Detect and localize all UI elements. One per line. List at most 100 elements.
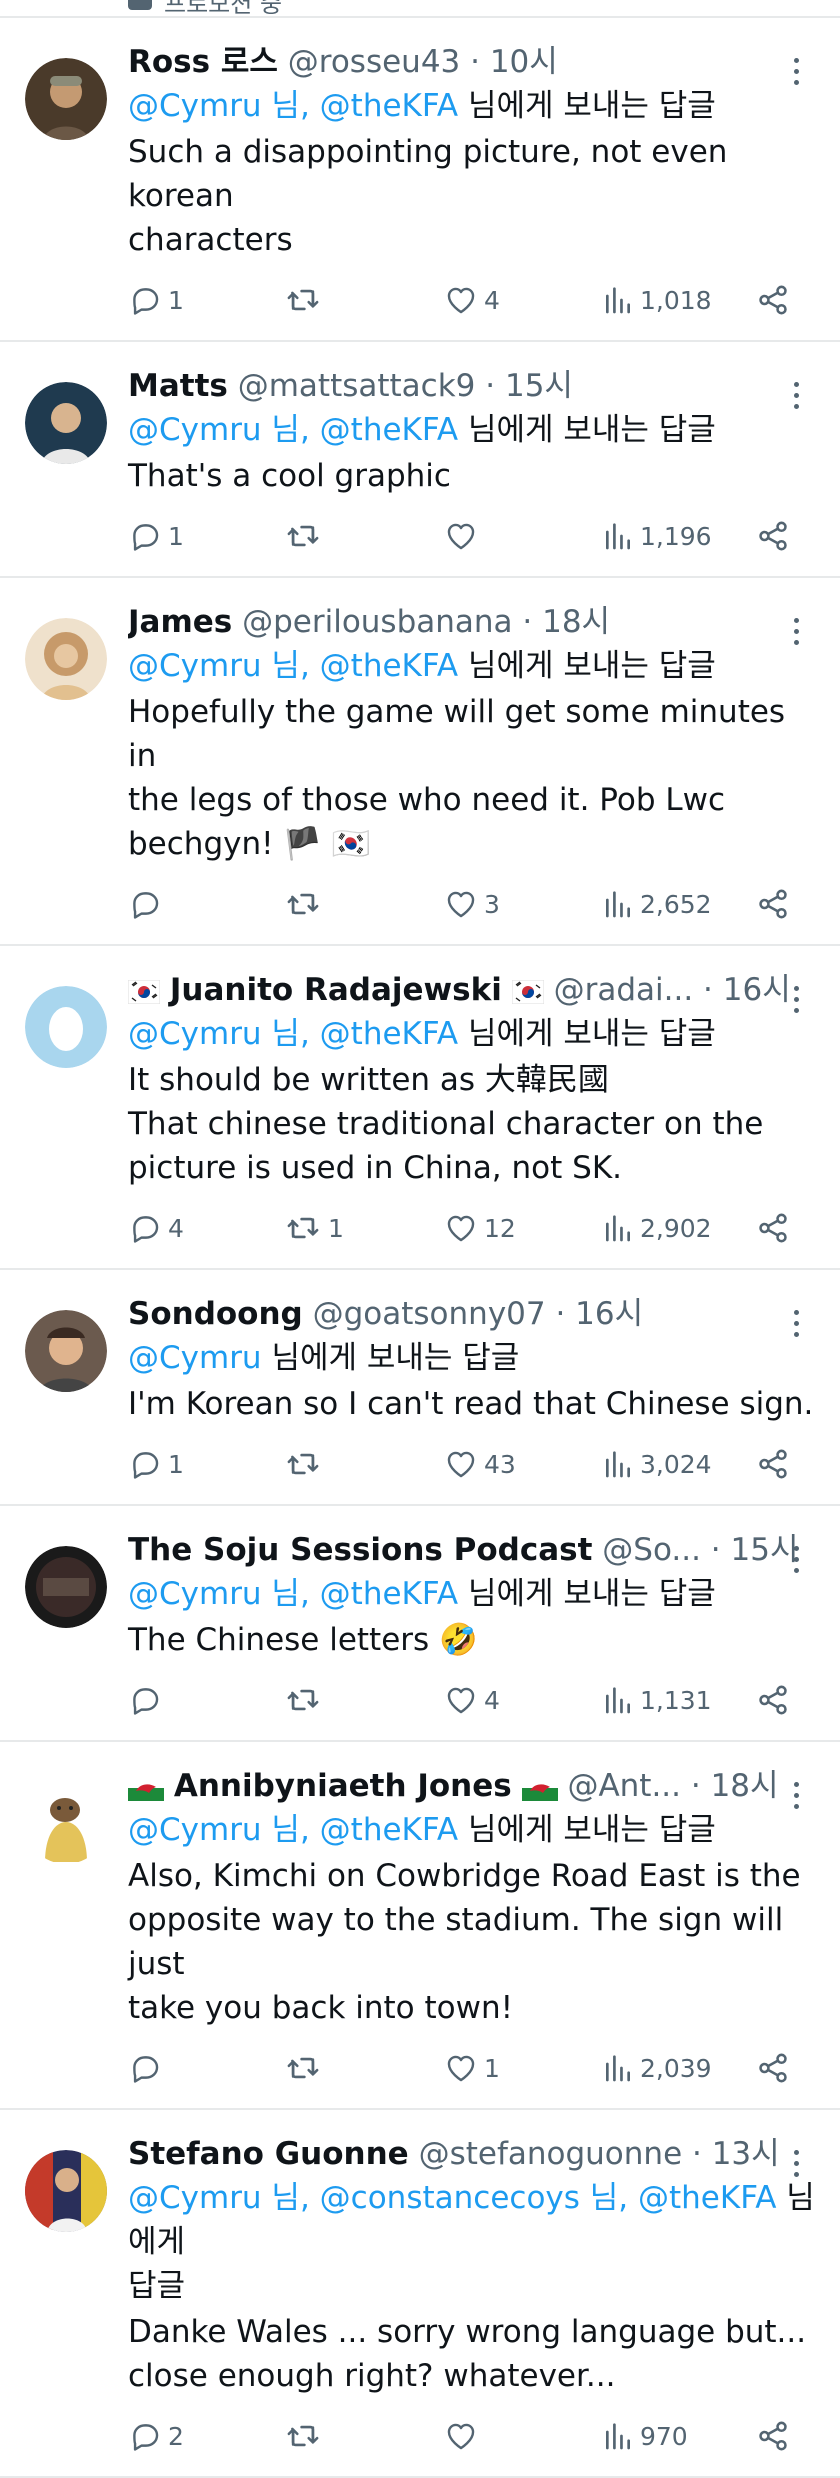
views-button[interactable]: 1,018 xyxy=(602,280,712,320)
share-button[interactable] xyxy=(756,516,790,556)
timestamp[interactable]: 18시 xyxy=(711,1768,779,1804)
user-handle[interactable]: @goatsonny07 xyxy=(313,1296,546,1332)
mention-link[interactable]: @constancecoys 님, xyxy=(320,2180,628,2216)
tweet-reply[interactable]: The Soju Sessions Podcast @So... · 15시 @C… xyxy=(0,1506,840,1742)
share-button[interactable] xyxy=(756,2048,790,2088)
timestamp[interactable]: 15시 xyxy=(505,368,573,404)
mention-link[interactable]: @Cymru 님, xyxy=(128,2180,310,2216)
retweet-button[interactable] xyxy=(284,884,328,924)
mention-link[interactable]: @Cymru xyxy=(128,1340,262,1376)
like-button[interactable]: 4 xyxy=(444,280,500,320)
display-name[interactable]: Annibyniaeth Jones xyxy=(174,1768,512,1804)
timestamp[interactable]: 16시 xyxy=(723,972,791,1008)
retweet-button[interactable] xyxy=(284,2048,328,2088)
like-button[interactable]: 12 xyxy=(444,1208,516,1248)
more-options-icon[interactable] xyxy=(794,382,800,410)
timestamp[interactable]: 18시 xyxy=(542,604,610,640)
share-button[interactable] xyxy=(756,2416,790,2456)
like-button[interactable] xyxy=(444,2416,484,2456)
tweet-reply[interactable]: Sondoong @goatsonny07 · 16시 @Cymru 님에게 보내… xyxy=(0,1270,840,1506)
tweet-reply[interactable]: Matts @mattsattack9 · 15시 @Cymru 님, @theK… xyxy=(0,342,840,578)
reply-button[interactable]: 4 xyxy=(128,1208,184,1248)
share-button[interactable] xyxy=(756,884,790,924)
mention-link[interactable]: @theKFA xyxy=(320,1812,458,1848)
user-handle[interactable]: @radai... xyxy=(554,972,694,1008)
timestamp[interactable]: 15시 xyxy=(731,1532,799,1568)
display-name[interactable]: Matts xyxy=(128,368,228,404)
display-name[interactable]: Ross 로스 xyxy=(128,44,278,80)
like-button[interactable]: 43 xyxy=(444,1444,516,1484)
avatar[interactable] xyxy=(25,1546,107,1628)
display-name[interactable]: Sondoong xyxy=(128,1296,303,1332)
like-button[interactable]: 1 xyxy=(444,2048,500,2088)
more-options-icon[interactable] xyxy=(794,1782,800,1810)
retweet-button[interactable] xyxy=(284,280,328,320)
mention-link[interactable]: @theKFA xyxy=(320,88,458,124)
share-button[interactable] xyxy=(756,1208,790,1248)
reply-button[interactable] xyxy=(128,2048,168,2088)
share-button[interactable] xyxy=(756,1680,790,1720)
display-name[interactable]: Juanito Radajewski xyxy=(170,972,502,1008)
share-button[interactable] xyxy=(756,280,790,320)
mention-link[interactable]: @theKFA xyxy=(320,1016,458,1052)
tweet-reply[interactable]: Annibyniaeth Jones @Ant... · 18시 @Cymru 님… xyxy=(0,1742,840,2110)
mention-link[interactable]: @theKFA xyxy=(638,2180,776,2216)
reply-button[interactable] xyxy=(128,884,168,924)
user-handle[interactable]: @perilousbanana xyxy=(242,604,512,640)
share-button[interactable] xyxy=(756,1444,790,1484)
like-button[interactable] xyxy=(444,516,484,556)
retweet-button[interactable] xyxy=(284,2416,328,2456)
avatar[interactable] xyxy=(25,618,107,700)
views-button[interactable]: 970 xyxy=(602,2416,688,2456)
more-options-icon[interactable] xyxy=(794,1310,800,1338)
avatar[interactable] xyxy=(25,58,107,140)
reply-button[interactable]: 1 xyxy=(128,1444,184,1484)
mention-link[interactable]: @Cymru 님, xyxy=(128,1016,310,1052)
mention-link[interactable]: @theKFA xyxy=(320,1576,458,1612)
more-options-icon[interactable] xyxy=(794,986,800,1014)
display-name[interactable]: Stefano Guonne xyxy=(128,2136,409,2172)
like-button[interactable]: 4 xyxy=(444,1680,500,1720)
display-name[interactable]: James xyxy=(128,604,232,640)
views-button[interactable]: 2,039 xyxy=(602,2048,712,2088)
mention-link[interactable]: @Cymru 님, xyxy=(128,1576,310,1612)
timestamp[interactable]: 13시 xyxy=(712,2136,780,2172)
avatar[interactable] xyxy=(25,1782,107,1864)
tweet-reply[interactable]: Stefano Guonne @stefanoguonne · 13시 @Cymr… xyxy=(0,2110,840,2478)
reply-button[interactable] xyxy=(128,1680,168,1720)
display-name[interactable]: The Soju Sessions Podcast xyxy=(128,1532,592,1568)
user-handle[interactable]: @mattsattack9 xyxy=(238,368,476,404)
retweet-button[interactable] xyxy=(284,1444,328,1484)
mention-link[interactable]: @theKFA xyxy=(320,648,458,684)
more-options-icon[interactable] xyxy=(794,618,800,646)
tweet-reply[interactable]: James @perilousbanana · 18시 @Cymru 님, @th… xyxy=(0,578,840,946)
views-button[interactable]: 1,131 xyxy=(602,1680,712,1720)
views-button[interactable]: 1,196 xyxy=(602,516,712,556)
retweet-button[interactable] xyxy=(284,1680,328,1720)
timestamp[interactable]: 16시 xyxy=(575,1296,643,1332)
avatar[interactable] xyxy=(25,382,107,464)
user-handle[interactable]: @Ant... xyxy=(567,1768,681,1804)
mention-link[interactable]: @theKFA xyxy=(320,412,458,448)
more-options-icon[interactable] xyxy=(794,58,800,86)
user-handle[interactable]: @So... xyxy=(602,1532,701,1568)
views-button[interactable]: 2,652 xyxy=(602,884,712,924)
retweet-button[interactable] xyxy=(284,516,328,556)
more-options-icon[interactable] xyxy=(794,2150,800,2178)
views-button[interactable]: 3,024 xyxy=(602,1444,712,1484)
timestamp[interactable]: 10시 xyxy=(490,44,558,80)
retweet-button[interactable]: 1 xyxy=(284,1208,344,1248)
reply-button[interactable]: 1 xyxy=(128,280,184,320)
avatar[interactable] xyxy=(25,2150,107,2232)
more-options-icon[interactable] xyxy=(794,1546,800,1574)
reply-button[interactable]: 1 xyxy=(128,516,184,556)
user-handle[interactable]: @stefanoguonne xyxy=(419,2136,683,2172)
user-handle[interactable]: @rosseu43 xyxy=(288,44,461,80)
mention-link[interactable]: @Cymru 님, xyxy=(128,648,310,684)
mention-link[interactable]: @Cymru 님, xyxy=(128,1812,310,1848)
avatar[interactable] xyxy=(25,986,107,1068)
tweet-reply[interactable]: Ross 로스 @rosseu43 · 10시 @Cymru 님, @theKFA… xyxy=(0,18,840,342)
tweet-reply[interactable]: Juanito Radajewski @radai... · 16시 @Cymru… xyxy=(0,946,840,1270)
mention-link[interactable]: @Cymru 님, xyxy=(128,412,310,448)
mention-link[interactable]: @Cymru 님, xyxy=(128,88,310,124)
